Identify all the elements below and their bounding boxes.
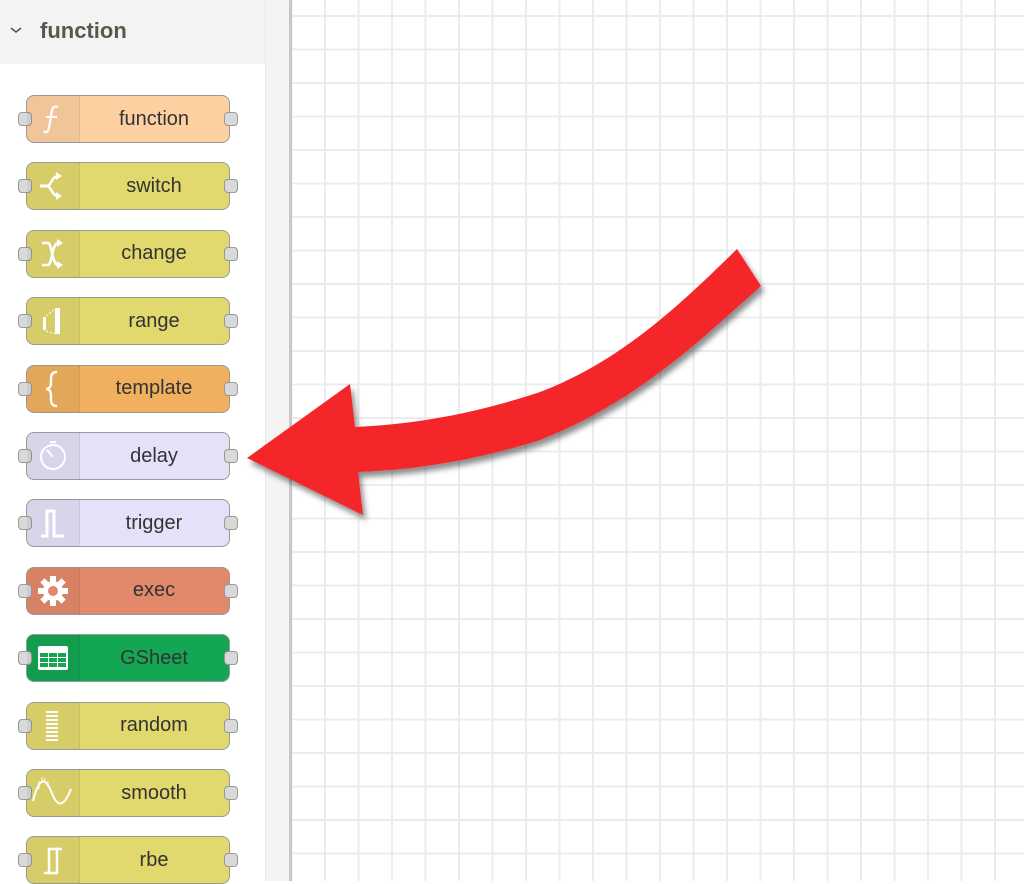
output-port bbox=[224, 516, 238, 531]
palette-node-function[interactable]: function bbox=[18, 95, 238, 143]
output-port bbox=[224, 583, 238, 598]
palette-node-label: smooth bbox=[121, 781, 187, 804]
flow-canvas-workspace[interactable] bbox=[292, 0, 1024, 881]
template-icon bbox=[27, 365, 80, 412]
output-port bbox=[224, 381, 238, 396]
palette-node-label: range bbox=[128, 309, 180, 332]
palette-node-label: rbe bbox=[139, 848, 169, 871]
palette-node-label: delay bbox=[130, 444, 178, 467]
output-port bbox=[224, 314, 238, 329]
palette-splitter[interactable] bbox=[265, 0, 290, 881]
palette-category-header[interactable]: function bbox=[0, 0, 265, 64]
palette-node-rbe[interactable]: rbe bbox=[18, 836, 238, 884]
trigger-icon bbox=[27, 500, 80, 547]
change-icon bbox=[27, 230, 80, 277]
node-palette: function function switch change range templa… bbox=[0, 0, 265, 884]
timer-icon bbox=[27, 433, 80, 479]
chevron-down-icon[interactable] bbox=[8, 22, 24, 38]
palette-node-label: trigger bbox=[125, 511, 183, 534]
output-port bbox=[224, 786, 238, 800]
palette-node-template[interactable]: template bbox=[18, 364, 238, 413]
cog-icon bbox=[27, 567, 80, 614]
palette-node-label: change bbox=[121, 242, 187, 265]
output-port bbox=[224, 246, 238, 261]
palette-node-trigger[interactable]: trigger bbox=[18, 499, 238, 548]
smooth-icon bbox=[27, 770, 80, 816]
palette-node-change[interactable]: change bbox=[18, 229, 238, 278]
palette-node-random[interactable]: random bbox=[18, 701, 238, 750]
output-port bbox=[224, 853, 238, 868]
palette-node-exec[interactable]: exec bbox=[18, 566, 238, 615]
palette-node-label: switch bbox=[126, 174, 182, 197]
palette-node-gsheet[interactable]: GSheet bbox=[18, 634, 238, 683]
random-icon bbox=[27, 702, 80, 749]
palette-node-label: GSheet bbox=[120, 646, 188, 669]
spreadsheet-icon bbox=[27, 635, 80, 682]
palette-node-switch[interactable]: switch bbox=[18, 162, 238, 211]
palette-node-delay[interactable]: delay bbox=[18, 432, 238, 480]
palette-node-label: template bbox=[115, 377, 193, 400]
palette-node-smooth[interactable]: smooth bbox=[18, 769, 238, 817]
output-port bbox=[224, 449, 238, 463]
output-port bbox=[224, 651, 238, 666]
rbe-icon bbox=[27, 837, 80, 884]
function-icon bbox=[27, 96, 80, 142]
palette-category-title: function bbox=[40, 18, 127, 43]
output-port bbox=[224, 718, 238, 733]
switch-icon bbox=[27, 163, 80, 210]
output-port bbox=[224, 179, 238, 194]
palette-node-label: random bbox=[120, 714, 188, 737]
palette-node-label: exec bbox=[132, 579, 176, 602]
palette-node-label: function bbox=[118, 107, 190, 130]
output-port bbox=[224, 112, 238, 126]
palette-node-range[interactable]: range bbox=[18, 297, 238, 346]
range-icon bbox=[27, 298, 80, 345]
